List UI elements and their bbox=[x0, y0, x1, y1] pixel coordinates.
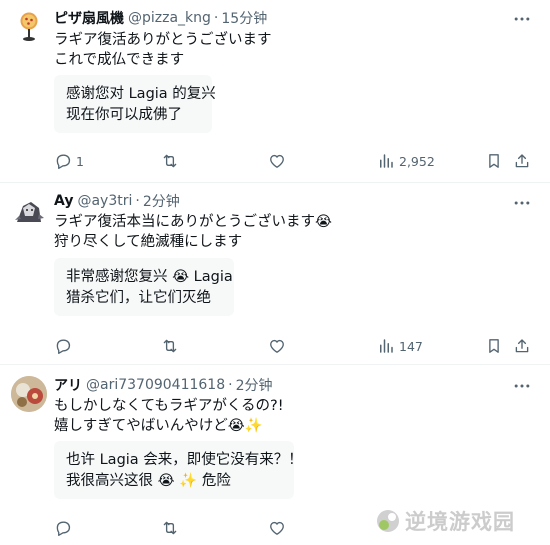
translation-line: 也许 Lagia 会来，即使它没有来？！ bbox=[66, 452, 303, 468]
watermark-text: 逆境游戏园 bbox=[405, 510, 515, 534]
heart-icon bbox=[268, 152, 286, 170]
share-upload-icon bbox=[513, 337, 531, 355]
user-handle[interactable]: @ay3tri bbox=[77, 193, 132, 209]
translation-line: 我很高兴这很 😭 ✨ 危险 bbox=[66, 473, 231, 489]
user-handle[interactable]: @ari737090411618 bbox=[86, 377, 225, 393]
tweet[interactable]: ピザ扇風機 @pizza_kng · 15分钟 ラギア復活ありがとうございます … bbox=[0, 0, 550, 183]
translation-line: 现在你可以成佛了 bbox=[66, 107, 182, 123]
tweet-text-line: ラギア復活本当にありがとうございます😭 bbox=[54, 214, 332, 230]
heart-icon bbox=[268, 337, 286, 355]
more-horizontal-icon[interactable] bbox=[512, 193, 532, 213]
like-button[interactable] bbox=[268, 518, 286, 538]
retweet-button[interactable] bbox=[161, 518, 179, 538]
tweet-feed: ピザ扇風機 @pizza_kng · 15分钟 ラギア復活ありがとうございます … bbox=[0, 0, 550, 545]
tweet-header: アリ @ari737090411618 · 2分钟 bbox=[54, 375, 273, 395]
display-name[interactable]: ピザ扇風機 bbox=[54, 8, 124, 28]
reply-count: 1 bbox=[76, 153, 84, 169]
timestamp[interactable]: 2分钟 bbox=[236, 375, 273, 395]
retweet-arrows-icon bbox=[161, 337, 179, 355]
retweet-button[interactable] bbox=[161, 151, 179, 171]
bookmark-icon bbox=[485, 152, 503, 170]
bar-chart-views-icon bbox=[377, 337, 395, 355]
share-upload-icon bbox=[513, 152, 531, 170]
more-horizontal-icon[interactable] bbox=[512, 376, 532, 396]
like-button[interactable] bbox=[268, 151, 286, 171]
tweet-header: Ay @ay3tri · 2分钟 bbox=[54, 191, 180, 211]
tweet-text-line: 狩り尽くして絶滅種にします bbox=[54, 234, 243, 250]
avatar[interactable] bbox=[11, 194, 47, 230]
view-count: 2,952 bbox=[399, 153, 435, 169]
translation-line: 非常感谢您复兴 😭 Lagia bbox=[66, 269, 233, 285]
separator: · bbox=[228, 377, 233, 393]
separator: · bbox=[135, 193, 140, 209]
translation-line: 猎杀它们，让它们灭绝 bbox=[66, 290, 211, 306]
reply-bubble-icon bbox=[54, 337, 72, 355]
views-button[interactable]: 2,952 bbox=[377, 151, 435, 171]
views-button[interactable]: 147 bbox=[377, 336, 423, 356]
share-button[interactable] bbox=[513, 151, 531, 171]
timestamp[interactable]: 2分钟 bbox=[143, 191, 180, 211]
tweet-actions: 1 2,952 bbox=[54, 151, 534, 171]
retweet-arrows-icon bbox=[161, 519, 179, 537]
view-count: 147 bbox=[399, 338, 423, 354]
bookmark-button[interactable] bbox=[485, 151, 503, 171]
translation-line: 感谢您对 Lagia 的复兴 bbox=[66, 86, 216, 102]
tweet-text: もしかしなくてもラギアがくるの?! 嬉しすぎてやばいんやけど😭✨ bbox=[54, 396, 284, 436]
bookmark-button[interactable] bbox=[485, 336, 503, 356]
user-handle[interactable]: @pizza_kng bbox=[128, 10, 211, 26]
avatar[interactable] bbox=[11, 8, 47, 44]
translation-box: 也许 Lagia 会来，即使它没有来？！ 我很高兴这很 😭 ✨ 危险 bbox=[54, 441, 303, 499]
display-name[interactable]: Ay bbox=[54, 193, 73, 209]
separator: · bbox=[213, 10, 219, 26]
like-button[interactable] bbox=[268, 336, 286, 356]
reply-button[interactable]: 1 bbox=[54, 151, 84, 171]
tweet-text-line: これで成仏できます bbox=[54, 52, 185, 68]
watermark-logo-icon bbox=[377, 510, 399, 532]
heart-icon bbox=[268, 519, 286, 537]
bar-chart-views-icon bbox=[377, 152, 395, 170]
tweet-text-line: もしかしなくてもラギアがくるの?! bbox=[54, 398, 284, 414]
reply-bubble-icon bbox=[54, 152, 72, 170]
translation-box: 感谢您对 Lagia 的复兴 现在你可以成佛了 bbox=[54, 75, 216, 133]
reply-button[interactable] bbox=[54, 518, 72, 538]
share-button[interactable] bbox=[513, 336, 531, 356]
tweet-text-line: ラギア復活ありがとうございます bbox=[54, 32, 272, 48]
avatar[interactable] bbox=[11, 376, 47, 412]
reply-button[interactable] bbox=[54, 336, 72, 356]
reply-bubble-icon bbox=[54, 519, 72, 537]
tweet-text-line: 嬉しすぎてやばいんやけど😭✨ bbox=[54, 418, 263, 434]
tweet-text: ラギア復活ありがとうございます これで成仏できます bbox=[54, 30, 272, 70]
timestamp[interactable]: 15分钟 bbox=[221, 8, 267, 28]
translation-box: 非常感谢您复兴 😭 Lagia 猎杀它们，让它们灭绝 bbox=[54, 258, 234, 316]
tweet-actions: 147 bbox=[54, 336, 534, 356]
tweet-text: ラギア復活本当にありがとうございます😭 狩り尽くして絶滅種にします bbox=[54, 212, 332, 252]
tweet-header: ピザ扇風機 @pizza_kng · 15分钟 bbox=[54, 8, 267, 28]
retweet-button[interactable] bbox=[161, 336, 179, 356]
retweet-arrows-icon bbox=[161, 152, 179, 170]
watermark: 逆境游戏园 bbox=[375, 506, 515, 536]
more-horizontal-icon[interactable] bbox=[512, 9, 532, 29]
bookmark-icon bbox=[485, 337, 503, 355]
display-name[interactable]: アリ bbox=[54, 375, 82, 395]
